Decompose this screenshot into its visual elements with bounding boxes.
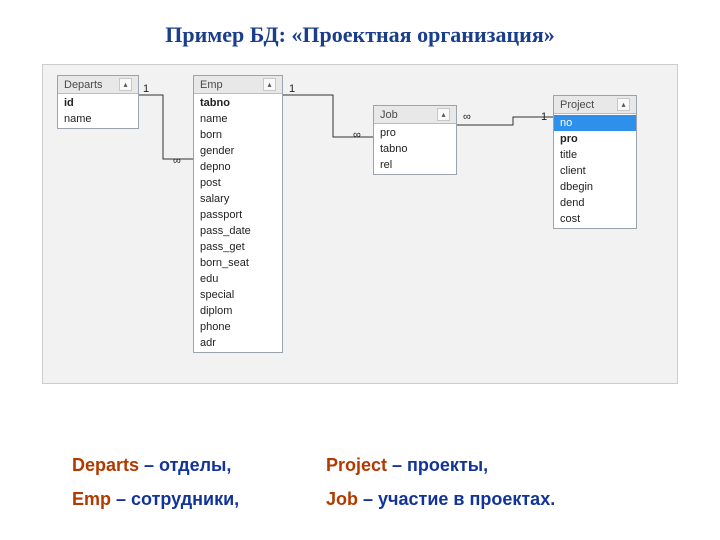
legend-desc: – отделы, xyxy=(144,455,231,475)
field[interactable]: adr xyxy=(194,335,282,351)
legend-desc: – проекты, xyxy=(392,455,488,475)
field[interactable]: born xyxy=(194,127,282,143)
legend-term: Job xyxy=(326,489,358,509)
field[interactable]: pass_get xyxy=(194,239,282,255)
field[interactable]: client xyxy=(554,163,636,179)
table-title: Departs xyxy=(64,79,103,91)
field[interactable]: depno xyxy=(194,159,282,175)
table-job[interactable]: Job ▴ pro tabno rel xyxy=(373,105,457,175)
cardinality-one: 1 xyxy=(143,83,149,95)
table-header-job: Job ▴ xyxy=(374,106,456,124)
field[interactable]: name xyxy=(194,111,282,127)
table-project[interactable]: Project ▴ no pro title client dbegin den… xyxy=(553,95,637,229)
legend-term: Project xyxy=(326,455,387,475)
legend-item: Job – участие в проектах. xyxy=(326,482,555,516)
cardinality-one: 1 xyxy=(289,83,295,95)
field[interactable]: special xyxy=(194,287,282,303)
page-title: Пример БД: «Проектная организация» xyxy=(0,0,720,48)
table-title: Project xyxy=(560,99,594,111)
field[interactable]: salary xyxy=(194,191,282,207)
cardinality-many: ∞ xyxy=(353,129,361,141)
table-header-project: Project ▴ xyxy=(554,96,636,114)
field[interactable]: diplom xyxy=(194,303,282,319)
legend: Departs – отделы, Project – проекты, Emp… xyxy=(72,448,555,516)
field[interactable]: born_seat xyxy=(194,255,282,271)
field[interactable]: no xyxy=(554,115,636,131)
diagram-canvas: Departs ▴ id name Emp ▴ tabno name born … xyxy=(42,64,678,384)
scroll-up-icon[interactable]: ▴ xyxy=(263,78,276,91)
field[interactable]: pro xyxy=(554,131,636,147)
legend-desc: – сотрудники, xyxy=(116,489,239,509)
field[interactable]: title xyxy=(554,147,636,163)
legend-term: Emp xyxy=(72,489,111,509)
field[interactable]: edu xyxy=(194,271,282,287)
legend-row: Emp – сотрудники, Job – участие в проект… xyxy=(72,482,555,516)
table-emp[interactable]: Emp ▴ tabno name born gender depno post … xyxy=(193,75,283,353)
field[interactable]: dend xyxy=(554,195,636,211)
field[interactable]: tabno xyxy=(374,141,456,157)
field[interactable]: tabno xyxy=(194,95,282,111)
field[interactable]: rel xyxy=(374,157,456,173)
field[interactable]: post xyxy=(194,175,282,191)
table-header-emp: Emp ▴ xyxy=(194,76,282,94)
cardinality-many: ∞ xyxy=(173,155,181,167)
table-fields-emp: tabno name born gender depno post salary… xyxy=(194,94,282,352)
table-departs[interactable]: Departs ▴ id name xyxy=(57,75,139,129)
table-title: Job xyxy=(380,109,398,121)
table-fields-project: no pro title client dbegin dend cost xyxy=(554,114,636,228)
scroll-up-icon[interactable]: ▴ xyxy=(617,98,630,111)
field[interactable]: gender xyxy=(194,143,282,159)
field[interactable]: pro xyxy=(374,125,456,141)
cardinality-one: 1 xyxy=(541,111,547,123)
scroll-up-icon[interactable]: ▴ xyxy=(119,78,132,91)
legend-desc: – участие в проектах. xyxy=(363,489,555,509)
table-fields-job: pro tabno rel xyxy=(374,124,456,174)
table-header-departs: Departs ▴ xyxy=(58,76,138,94)
field[interactable]: pass_date xyxy=(194,223,282,239)
field[interactable]: dbegin xyxy=(554,179,636,195)
field[interactable]: id xyxy=(58,95,138,111)
field[interactable]: name xyxy=(58,111,138,127)
legend-term: Departs xyxy=(72,455,139,475)
cardinality-many: ∞ xyxy=(463,111,471,123)
legend-item: Emp – сотрудники, xyxy=(72,482,282,516)
field[interactable]: cost xyxy=(554,211,636,227)
scroll-up-icon[interactable]: ▴ xyxy=(437,108,450,121)
field[interactable]: passport xyxy=(194,207,282,223)
legend-row: Departs – отделы, Project – проекты, xyxy=(72,448,555,482)
table-fields-departs: id name xyxy=(58,94,138,128)
legend-item: Project – проекты, xyxy=(326,448,488,482)
table-title: Emp xyxy=(200,79,223,91)
legend-item: Departs – отделы, xyxy=(72,448,282,482)
field[interactable]: phone xyxy=(194,319,282,335)
